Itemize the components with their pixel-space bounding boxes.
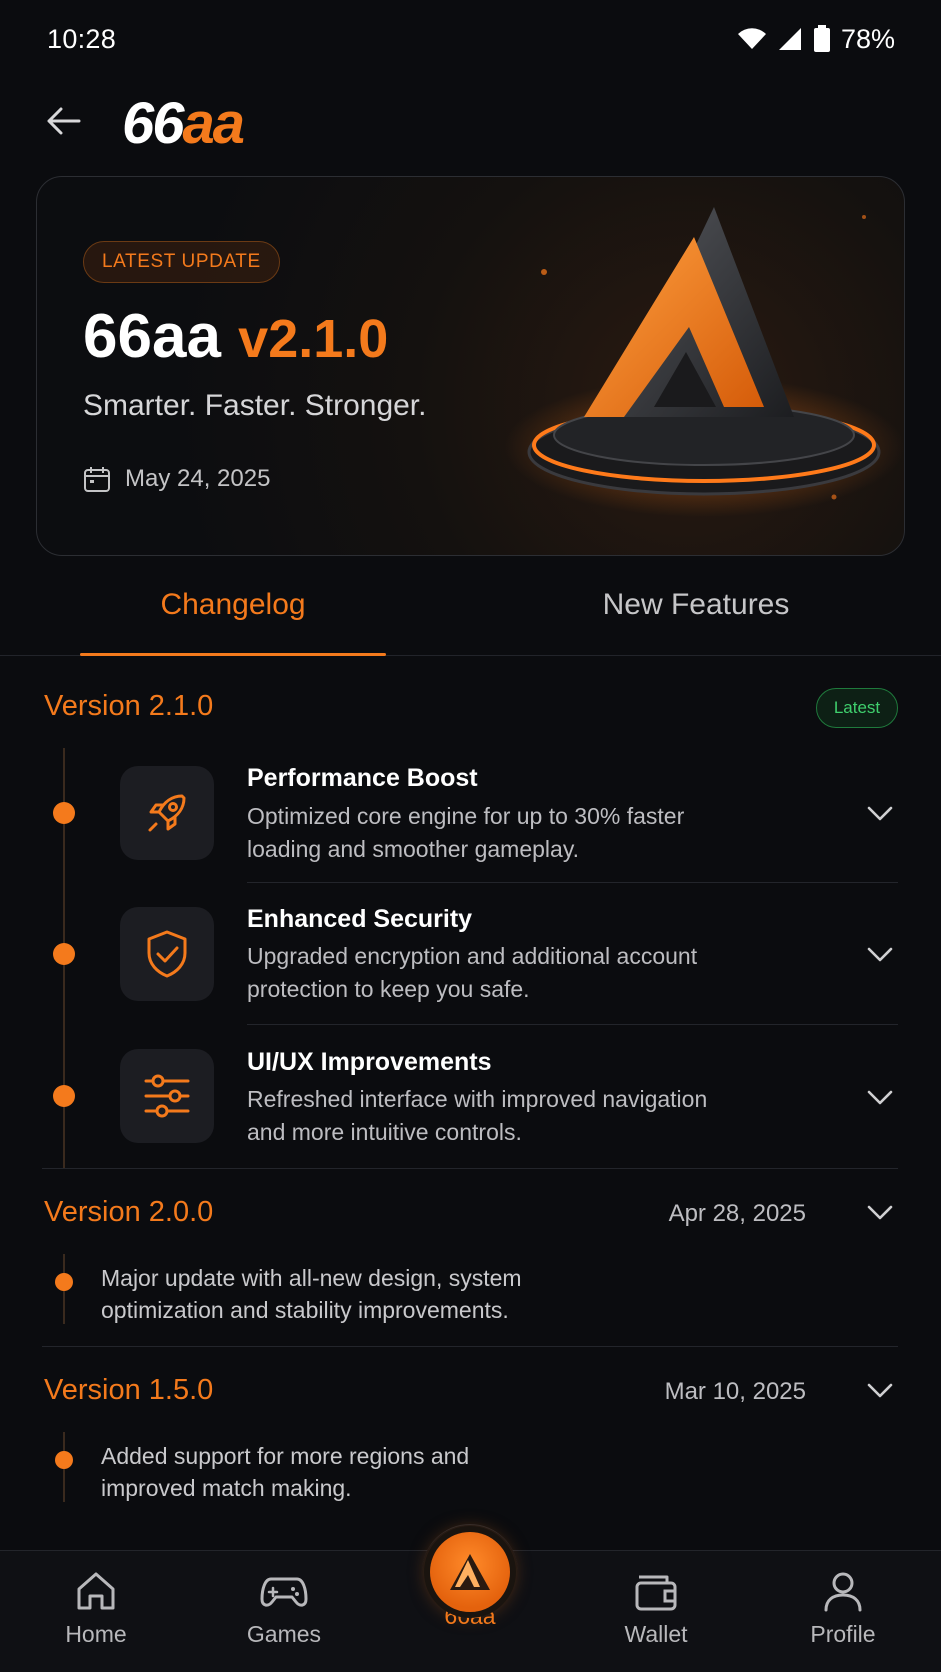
hero-tagline: Smarter. Faster. Stronger. bbox=[83, 389, 427, 422]
feature-desc-line: protection to keep you safe. bbox=[247, 976, 530, 1002]
center-66aa-button[interactable] bbox=[430, 1532, 510, 1612]
status-icons: 78% bbox=[737, 24, 895, 55]
hero-app-name: 66aa bbox=[83, 302, 221, 371]
brand-logo-icon bbox=[450, 1554, 490, 1590]
expand-button[interactable] bbox=[864, 1197, 896, 1229]
expand-button[interactable] bbox=[864, 798, 896, 830]
feature-icon-box bbox=[120, 1049, 214, 1143]
divider bbox=[247, 1024, 898, 1025]
version-note-line: Added support for more regions and bbox=[101, 1443, 470, 1469]
timeline-dot bbox=[55, 1451, 73, 1469]
tab-new-features[interactable]: New Features bbox=[560, 588, 832, 622]
expand-button[interactable] bbox=[864, 1375, 896, 1407]
chevron-down-icon bbox=[867, 806, 893, 821]
feature-icon-box bbox=[120, 766, 214, 860]
version-date: Apr 28, 2025 bbox=[668, 1200, 806, 1227]
hero-release-date: May 24, 2025 bbox=[83, 465, 270, 493]
nav-home[interactable]: Home bbox=[36, 1569, 156, 1648]
feature-title: Enhanced Security bbox=[247, 905, 473, 933]
hero-version: v2.1.0 bbox=[238, 309, 389, 369]
signal-icon bbox=[778, 28, 801, 50]
nav-home-label: Home bbox=[65, 1621, 127, 1647]
version-date: Mar 10, 2025 bbox=[664, 1378, 806, 1405]
version-note: Major update with all-new design, system… bbox=[101, 1262, 661, 1326]
logo-text-white: 66 bbox=[122, 91, 184, 156]
divider bbox=[42, 1168, 898, 1169]
nav-wallet[interactable]: Wallet bbox=[596, 1569, 716, 1648]
home-icon bbox=[77, 1572, 115, 1610]
battery-percent: 78% bbox=[840, 23, 895, 54]
app-logo: 66aa bbox=[122, 90, 245, 157]
active-tab-indicator bbox=[80, 653, 386, 656]
status-time: 10:28 bbox=[47, 23, 117, 54]
feature-description: Optimized core engine for up to 30% fast… bbox=[247, 800, 747, 866]
battery-icon bbox=[813, 25, 830, 52]
release-hero-card: LATEST UPDATE 66aa v2.1.0 Smarter. Faste… bbox=[36, 176, 905, 556]
wallet-icon bbox=[635, 1575, 677, 1611]
timeline-dot bbox=[53, 1085, 75, 1107]
status-bar: 10:28 78% bbox=[0, 0, 941, 78]
back-button[interactable] bbox=[40, 98, 86, 144]
divider bbox=[247, 882, 898, 883]
feature-desc-line: Optimized core engine for up to 30% fast… bbox=[247, 803, 685, 829]
chevron-down-icon bbox=[867, 1090, 893, 1105]
shield-check-icon bbox=[147, 930, 187, 978]
feature-desc-line: Refreshed interface with improved naviga… bbox=[247, 1086, 708, 1112]
version-1-5-0-title[interactable]: Version 1.5.0 bbox=[44, 1374, 213, 1407]
feature-desc-line: Upgraded encryption and additional accou… bbox=[247, 943, 698, 969]
tab-bar: Changelog New Features bbox=[0, 574, 941, 656]
divider bbox=[42, 1346, 898, 1347]
feature-title: UI/UX Improvements bbox=[247, 1048, 492, 1076]
nav-profile-label: Profile bbox=[810, 1621, 876, 1647]
feature-description: Refreshed interface with improved naviga… bbox=[247, 1083, 747, 1149]
arrow-left-icon bbox=[47, 107, 81, 135]
timeline-dot bbox=[55, 1273, 73, 1291]
hero-title: 66aa v2.1.0 bbox=[83, 301, 388, 372]
tab-changelog[interactable]: Changelog bbox=[80, 588, 386, 622]
chevron-down-icon bbox=[867, 1205, 893, 1220]
version-2-0-0-title[interactable]: Version 2.0.0 bbox=[44, 1196, 213, 1229]
latest-update-badge: LATEST UPDATE bbox=[83, 241, 280, 283]
user-icon bbox=[824, 1572, 862, 1612]
chevron-down-icon bbox=[867, 947, 893, 962]
chevron-down-icon bbox=[867, 1383, 893, 1398]
app-header: 66aa bbox=[0, 84, 941, 158]
nav-games-label: Games bbox=[246, 1621, 322, 1647]
latest-badge: Latest bbox=[816, 688, 898, 728]
feature-description: Upgraded encryption and additional accou… bbox=[247, 940, 747, 1006]
version-note-line: improved match making. bbox=[101, 1475, 352, 1501]
calendar-icon bbox=[84, 467, 110, 492]
feature-icon-box bbox=[120, 907, 214, 1001]
rocket-icon bbox=[148, 794, 186, 832]
version-2-1-0-title[interactable]: Version 2.1.0 bbox=[44, 690, 213, 723]
brand-emblem-illustration bbox=[504, 207, 904, 517]
expand-button[interactable] bbox=[864, 1082, 896, 1114]
feature-desc-line: and more intuitive controls. bbox=[247, 1119, 522, 1145]
feature-desc-line: loading and smoother gameplay. bbox=[247, 836, 580, 862]
sliders-icon bbox=[144, 1074, 190, 1118]
timeline-dot bbox=[53, 943, 75, 965]
nav-games[interactable]: Games bbox=[224, 1569, 344, 1648]
gamepad-icon bbox=[260, 1577, 308, 1607]
version-note-line: Major update with all-new design, system bbox=[101, 1265, 522, 1291]
nav-wallet-label: Wallet bbox=[624, 1621, 688, 1647]
version-note: Added support for more regions and impro… bbox=[101, 1440, 661, 1504]
expand-button[interactable] bbox=[864, 939, 896, 971]
wifi-icon bbox=[737, 28, 766, 49]
feature-title: Performance Boost bbox=[247, 764, 478, 792]
hero-date-text: May 24, 2025 bbox=[125, 465, 271, 492]
nav-profile[interactable]: Profile bbox=[783, 1569, 903, 1648]
version-note-line: optimization and stability improvements. bbox=[101, 1297, 509, 1323]
logo-text-orange: aa bbox=[182, 91, 245, 156]
timeline-dot bbox=[53, 802, 75, 824]
